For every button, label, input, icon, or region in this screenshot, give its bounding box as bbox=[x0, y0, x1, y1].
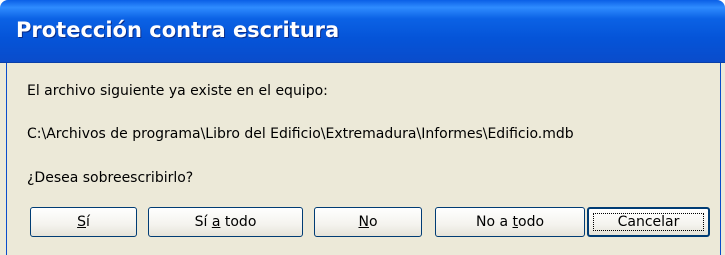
no-button[interactable]: No bbox=[314, 207, 422, 237]
window-title: Protección contra escritura bbox=[16, 18, 340, 42]
overwrite-question: ¿Desea sobreescribirlo? bbox=[27, 170, 194, 186]
yes-button-mnemonic: S bbox=[77, 214, 86, 230]
yes-to-all-label-prefix: Sí bbox=[194, 214, 212, 230]
no-to-all-button[interactable]: No a todo bbox=[435, 207, 585, 237]
message-line: El archivo siguiente ya existe en el equ… bbox=[27, 83, 328, 99]
no-button-label-suffix: o bbox=[368, 214, 378, 230]
yes-to-all-label-suffix: todo bbox=[220, 214, 257, 230]
no-to-all-label-prefix: No a bbox=[475, 214, 513, 230]
yes-button[interactable]: Sí bbox=[30, 207, 137, 237]
no-button-mnemonic: N bbox=[358, 214, 369, 230]
cancel-button-label: Cancelar bbox=[617, 214, 680, 230]
dialog-body: El archivo siguiente ya existe en el equ… bbox=[6, 63, 721, 255]
file-path: C:\Archivos de programa\Libro del Edific… bbox=[27, 126, 574, 142]
cancel-button[interactable]: Cancelar bbox=[587, 207, 710, 237]
title-bar[interactable]: Protección contra escritura bbox=[0, 0, 725, 63]
dialog-window: Protección contra escritura El archivo s… bbox=[0, 0, 725, 255]
no-to-all-label-suffix: odo bbox=[518, 214, 545, 230]
yes-to-all-button[interactable]: Sí a todo bbox=[148, 207, 303, 237]
yes-button-label-suffix: í bbox=[86, 214, 90, 230]
